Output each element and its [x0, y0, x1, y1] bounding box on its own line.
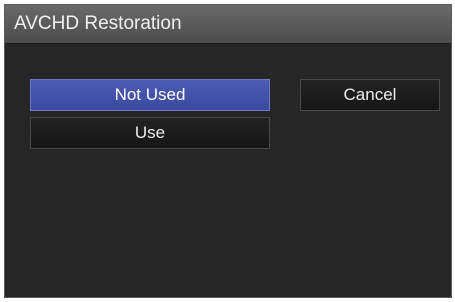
dialog-titlebar: AVCHD Restoration	[5, 5, 451, 44]
dialog-title: AVCHD Restoration	[14, 13, 182, 34]
avchd-restoration-dialog: AVCHD Restoration Not Used Use Cancel	[4, 4, 452, 298]
not-used-button[interactable]: Not Used	[30, 79, 270, 111]
use-button[interactable]: Use	[30, 117, 270, 149]
cancel-button[interactable]: Cancel	[300, 79, 440, 111]
